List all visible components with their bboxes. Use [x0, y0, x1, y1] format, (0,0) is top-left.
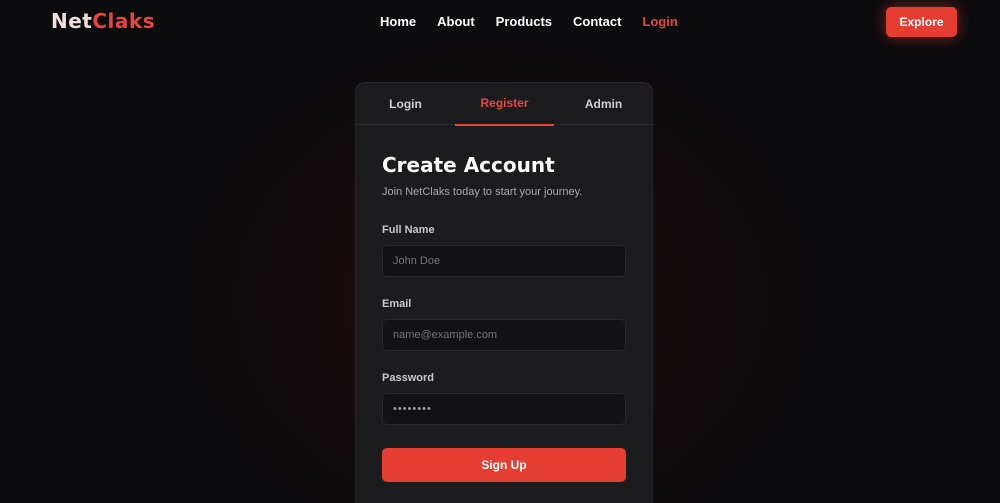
nav-link-contact[interactable]: Contact [573, 14, 621, 29]
navbar: NetClaks Home About Products Contact Log… [0, 0, 1000, 44]
nav-link-products[interactable]: Products [496, 14, 552, 29]
full-name-input[interactable] [382, 245, 626, 277]
tab-register[interactable]: Register [455, 83, 554, 126]
form-subtitle: Join NetClaks today to start your journe… [382, 186, 583, 198]
password-input[interactable] [382, 393, 626, 425]
full-name-label: Full Name [382, 224, 435, 236]
auth-tabs: Login Register Admin [356, 83, 654, 126]
explore-button[interactable]: Explore [886, 7, 957, 37]
nav-menu: Home About Products Contact Login [380, 14, 699, 29]
sign-up-button[interactable]: Sign Up [382, 448, 626, 482]
email-label: Email [382, 298, 412, 310]
nav-link-about[interactable]: About [437, 14, 475, 29]
brand-logo-part2: Claks [92, 9, 156, 33]
password-label: Password [382, 372, 434, 384]
tab-login[interactable]: Login [356, 83, 455, 125]
email-input[interactable] [382, 319, 626, 351]
brand-logo[interactable]: NetClaks [51, 9, 155, 33]
tab-admin[interactable]: Admin [554, 83, 653, 125]
nav-link-login[interactable]: Login [642, 14, 677, 29]
nav-link-home[interactable]: Home [380, 14, 416, 29]
brand-logo-part1: Net [51, 9, 93, 33]
auth-card: Login Register Admin Create Account Join… [355, 82, 654, 503]
form-title: Create Account [382, 153, 555, 177]
